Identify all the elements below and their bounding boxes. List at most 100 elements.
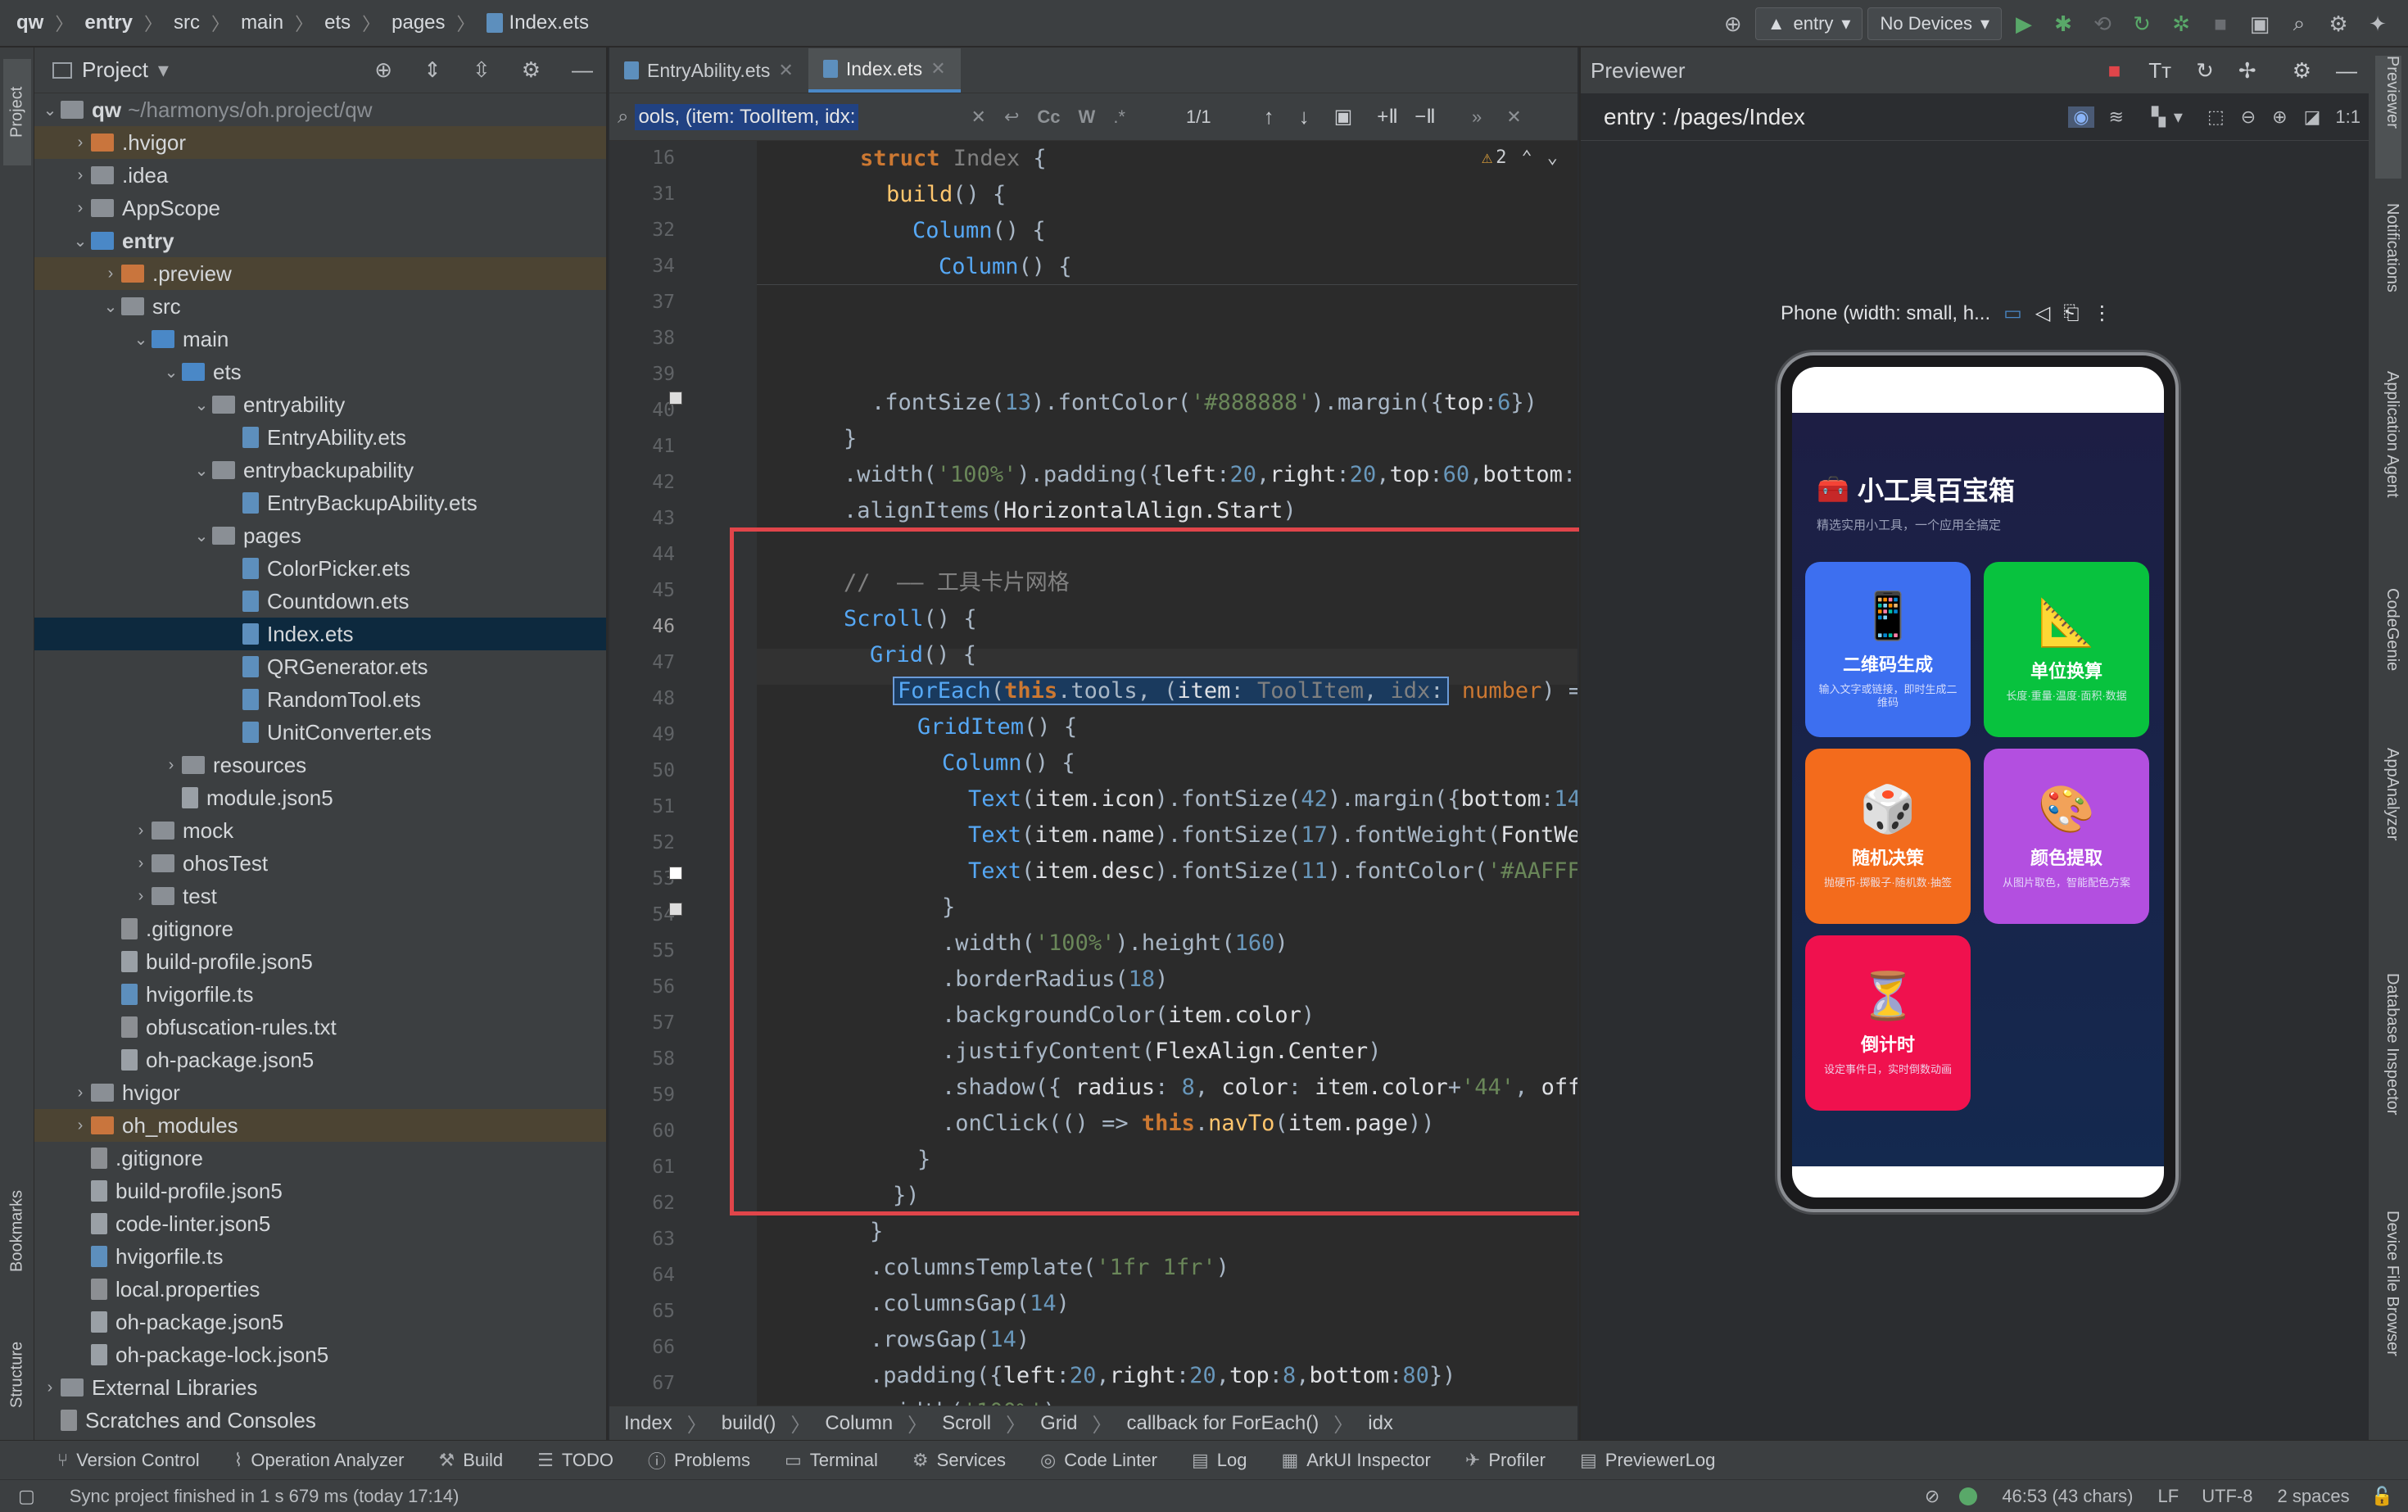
tab-index[interactable]: Index.ets ✕	[808, 48, 961, 93]
tree-item[interactable]: QRGenerator.ets	[34, 650, 606, 683]
tree-item[interactable]: ⌄ entrybackupability	[34, 454, 606, 487]
project-view-title[interactable]: Project	[82, 57, 148, 83]
locate-icon[interactable]: ⊕	[374, 57, 392, 83]
tree-item[interactable]: Countdown.ets	[34, 585, 606, 618]
zoom-out-icon[interactable]: ⊖	[2241, 106, 2256, 128]
zoom-in-icon[interactable]: ⊕	[2272, 106, 2287, 128]
tool-window-button[interactable]: ⓘ Problems	[648, 1447, 750, 1474]
chevron-right-icon[interactable]: ›	[161, 756, 182, 775]
tree-item[interactable]: ColorPicker.ets	[34, 552, 606, 585]
tree-item[interactable]: › AppScope	[34, 192, 606, 224]
hide-panel-icon[interactable]: —	[2336, 58, 2357, 84]
tree-item[interactable]: hvigorfile.ts	[34, 978, 606, 1011]
remove-selection-icon[interactable]: −Ⅱ	[1414, 105, 1436, 129]
tree-item[interactable]: ⌄ entry	[34, 224, 606, 257]
breadcrumb-item[interactable]: ets	[324, 11, 351, 34]
tool-window-button[interactable]: ▦ ArkUI Inspector	[1281, 1450, 1430, 1471]
chevron-right-icon[interactable]: ›	[100, 265, 121, 283]
device-type-icon[interactable]: ▭	[2003, 301, 2022, 325]
gear-icon[interactable]: ⚙	[2321, 7, 2356, 41]
tool-card[interactable]: 🎨 颜色提取 从图片取色，智能配色方案	[1984, 749, 2149, 924]
right-tool-tab[interactable]: AppAnalyzer	[2375, 748, 2401, 903]
chevron-right-icon[interactable]: ›	[130, 887, 152, 906]
tree-item[interactable]: ⌄ main	[34, 323, 606, 355]
tree-item[interactable]: oh-package.json5	[34, 1043, 606, 1076]
tool-window-button[interactable]: ✈ Profiler	[1465, 1450, 1546, 1471]
collapse-all-icon[interactable]: ⇳	[473, 57, 491, 83]
attach-debugger-icon[interactable]: ⟲	[2085, 7, 2120, 41]
expand-all-icon[interactable]: ⇕	[423, 57, 441, 83]
chevron-down-icon[interactable]: ⌄	[130, 329, 152, 350]
chevron-right-icon[interactable]: ›	[130, 822, 152, 840]
more-icon[interactable]: »	[1472, 106, 1482, 128]
tree-item[interactable]: ⌄ entryability	[34, 388, 606, 421]
tree-item[interactable]: RandomTool.ets	[34, 683, 606, 716]
close-icon[interactable]: ✕	[930, 58, 945, 79]
tree-item[interactable]: › test	[34, 880, 606, 912]
previous-occurrence-icon[interactable]: ↑	[1264, 104, 1274, 129]
pin-icon[interactable]: ✢	[2238, 58, 2256, 84]
chevron-right-icon[interactable]: ›	[70, 134, 91, 152]
ai-assistant-icon[interactable]: ✦	[2360, 7, 2395, 41]
chevron-down-icon[interactable]: ⌄	[70, 231, 91, 251]
chevron-down-icon[interactable]: ⌄	[1547, 147, 1558, 168]
chevron-right-icon[interactable]: ›	[70, 166, 91, 185]
tree-item[interactable]: hvigorfile.ts	[34, 1240, 606, 1273]
code-breadcrumb-item[interactable]: Grid	[1040, 1412, 1077, 1435]
chevron-right-icon[interactable]: ›	[39, 1378, 61, 1397]
search-icon[interactable]: ⌕	[2282, 7, 2316, 41]
tree-item[interactable]: ⌄ ets	[34, 355, 606, 388]
device-select[interactable]: No Devices ▾	[1867, 7, 2002, 40]
tree-item[interactable]: UnitConverter.ets	[34, 716, 606, 749]
tree-item[interactable]: build-profile.json5	[34, 1175, 606, 1207]
toggle-tool-windows-icon[interactable]: ▢	[18, 1486, 35, 1507]
code-breadcrumb-item[interactable]: Index	[624, 1412, 672, 1435]
right-tool-tab[interactable]: CodeGenie	[2375, 588, 2401, 711]
chevron-down-icon[interactable]: ▾	[158, 57, 169, 83]
breadcrumb-item[interactable]: Index.ets	[509, 11, 589, 34]
tree-item[interactable]: ⌄ src	[34, 290, 606, 323]
multi-device-icon[interactable]: ▚	[2152, 106, 2166, 128]
history-icon[interactable]: ↩	[1004, 106, 1019, 128]
tree-item[interactable]: build-profile.json5	[34, 945, 606, 978]
run-icon[interactable]: ▶	[2007, 7, 2041, 41]
chevron-down-icon[interactable]: ⌄	[191, 526, 212, 546]
chevron-right-icon[interactable]: ›	[70, 1084, 91, 1102]
clear-icon[interactable]: ✕	[971, 106, 986, 128]
close-icon[interactable]: ✕	[778, 60, 793, 81]
tree-item[interactable]: oh-package-lock.json5	[34, 1338, 606, 1371]
breadcrumb-item[interactable]: src	[174, 11, 200, 34]
tool-card[interactable]: 📐 单位换算 长度·重量·温度·面积·数据	[1984, 562, 2149, 737]
chevron-down-icon[interactable]: ⌄	[161, 362, 182, 383]
chevron-down-icon[interactable]: ▾	[2174, 106, 2183, 128]
add-selection-icon[interactable]: +Ⅱ	[1377, 105, 1398, 129]
code-breadcrumb-item[interactable]: build()	[722, 1412, 776, 1435]
tree-item[interactable]: › ohosTest	[34, 847, 606, 880]
tool-window-button[interactable]: ▭ Terminal	[785, 1450, 878, 1471]
right-tool-tab[interactable]: Database Inspector	[2375, 973, 2401, 1178]
project-tool-tab[interactable]: Project	[3, 59, 31, 165]
structure-tool-tab[interactable]: Structure	[3, 1317, 31, 1432]
fit-screen-icon[interactable]: ⬚	[2207, 106, 2225, 128]
tree-item[interactable]: module.json5	[34, 781, 606, 814]
tree-item[interactable]: oh-package.json5	[34, 1306, 606, 1338]
no-connection-icon[interactable]: ⊘	[1925, 1486, 1940, 1507]
chevron-down-icon[interactable]: ⌄	[191, 460, 212, 481]
tree-item[interactable]: code-linter.json5	[34, 1207, 606, 1240]
tree-item[interactable]: Scratches and Consoles	[34, 1404, 606, 1437]
tool-card[interactable]: 🎲 随机决策 抛硬币·掷骰子·随机数·抽签	[1805, 749, 1971, 924]
gear-icon[interactable]: ⚙	[2293, 58, 2311, 84]
layers-icon[interactable]: ≋	[2109, 106, 2124, 128]
actual-size-icon[interactable]: 1:1	[2335, 106, 2360, 128]
back-icon[interactable]: ◁	[2035, 301, 2050, 325]
code-breadcrumb-item[interactable]: Column	[825, 1412, 893, 1435]
tree-item[interactable]: › .hvigor	[34, 126, 606, 159]
apply-changes-icon[interactable]: ↻	[2125, 7, 2159, 41]
tree-item[interactable]: Index.ets	[34, 618, 606, 650]
indent-setting[interactable]: 2 spaces	[2278, 1486, 2350, 1507]
tool-window-button[interactable]: ⚒ Build	[438, 1450, 503, 1471]
bookmarks-tool-tab[interactable]: Bookmarks	[3, 1161, 31, 1301]
right-tool-tab[interactable]: Device File Browser	[2375, 1211, 2401, 1432]
device-manager-icon[interactable]: ▣	[2243, 7, 2277, 41]
stop-icon[interactable]: ■	[2108, 58, 2121, 84]
